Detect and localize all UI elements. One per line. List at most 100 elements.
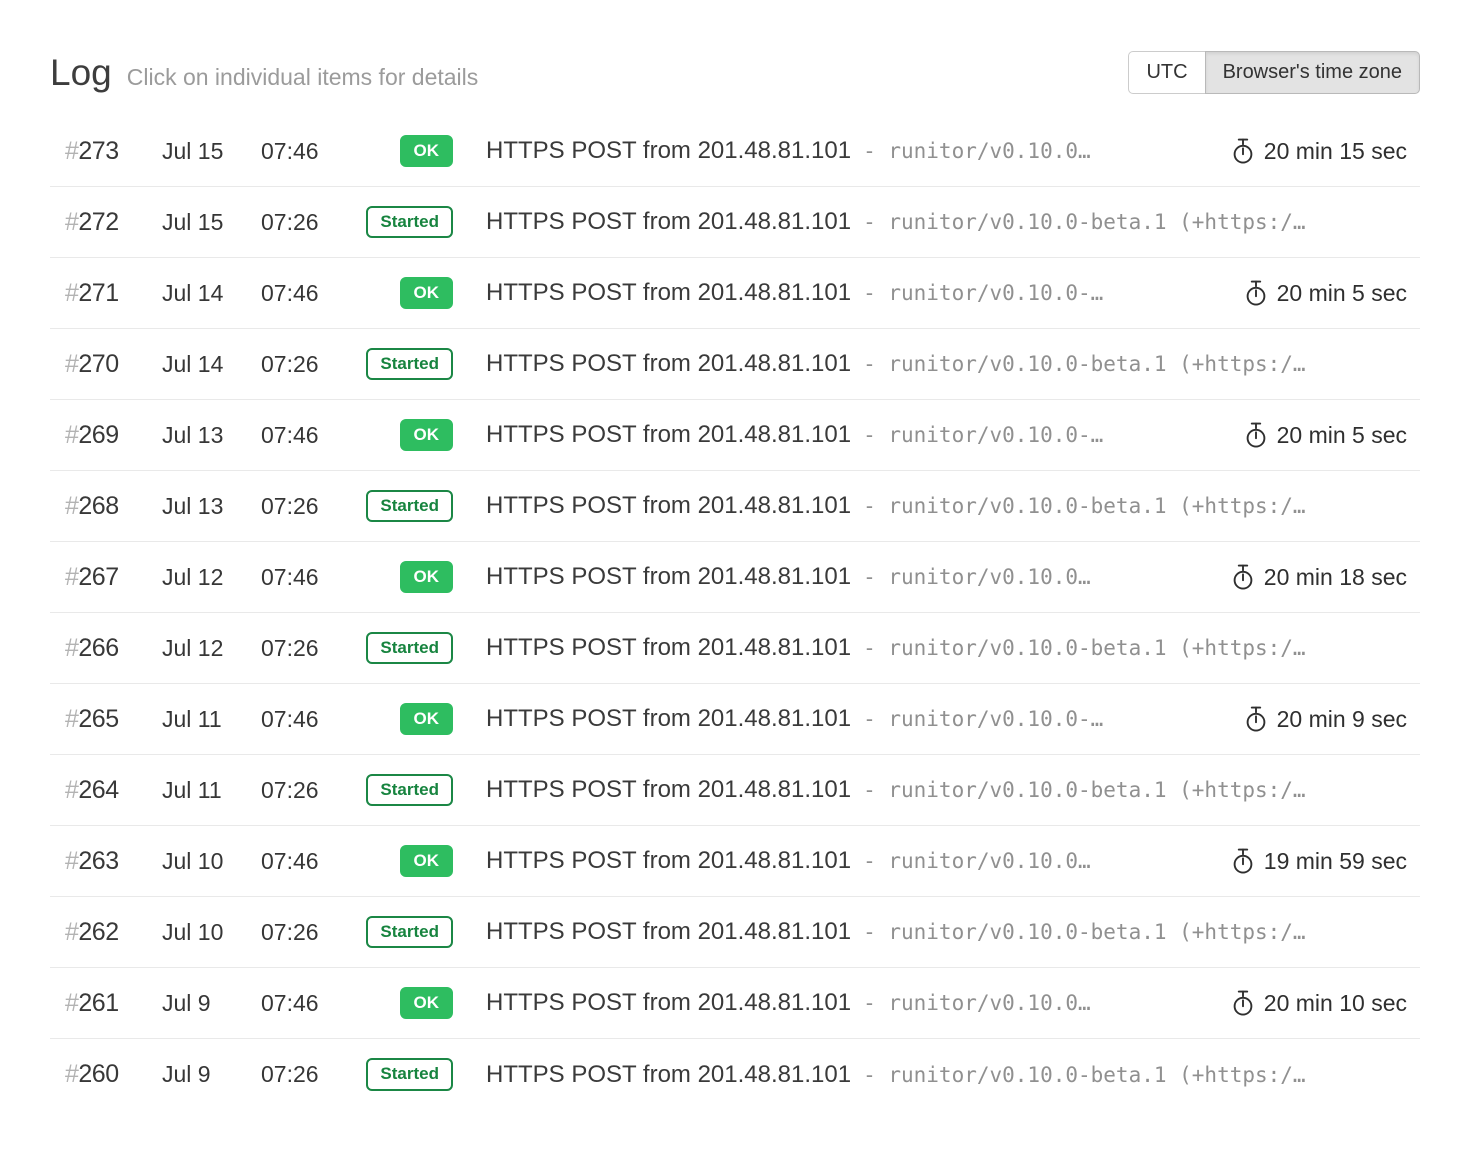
row-id-hash: # xyxy=(65,279,78,307)
status-badge: Started xyxy=(366,774,453,806)
row-date: Jul 11 xyxy=(162,706,261,733)
row-date: Jul 12 xyxy=(162,564,261,591)
row-status-cell: OK xyxy=(357,703,469,735)
row-agent-text: - runitor/v0.10.0-beta.1 (+https:/… xyxy=(863,636,1306,660)
stopwatch-icon xyxy=(1244,280,1268,307)
log-row[interactable]: #266 Jul 12 07:26 Started HTTPS POST fro… xyxy=(50,613,1420,684)
row-id-number: 272 xyxy=(78,208,118,236)
log-row[interactable]: #272 Jul 15 07:26 Started HTTPS POST fro… xyxy=(50,187,1420,258)
row-id: #271 xyxy=(50,279,162,308)
row-agent-text: - runitor/v0.10.0… xyxy=(863,565,1091,589)
row-id-number: 260 xyxy=(78,1060,118,1088)
row-description: HTTPS POST from 201.48.81.101 - runitor/… xyxy=(469,776,1420,804)
row-description: HTTPS POST from 201.48.81.101 - runitor/… xyxy=(469,563,1215,591)
row-id-number: 269 xyxy=(78,421,118,449)
row-event-text: HTTPS POST from 201.48.81.101 xyxy=(486,847,851,875)
row-duration: 20 min 18 sec xyxy=(1231,564,1420,591)
row-time: 07:46 xyxy=(261,564,357,591)
stopwatch-icon xyxy=(1244,706,1268,733)
row-id: #261 xyxy=(50,989,162,1018)
row-event-text: HTTPS POST from 201.48.81.101 xyxy=(486,421,851,449)
row-id-number: 271 xyxy=(78,279,118,307)
row-duration-text: 20 min 5 sec xyxy=(1277,422,1407,449)
row-id: #263 xyxy=(50,847,162,876)
row-id: #262 xyxy=(50,918,162,947)
status-badge: OK xyxy=(400,277,454,309)
row-duration: 19 min 59 sec xyxy=(1231,848,1420,875)
row-status-cell: OK xyxy=(357,561,469,593)
utc-button[interactable]: UTC xyxy=(1128,51,1205,94)
row-date: Jul 14 xyxy=(162,280,261,307)
row-description: HTTPS POST from 201.48.81.101 - runitor/… xyxy=(469,634,1420,662)
row-agent-text: - runitor/v0.10.0-beta.1 (+https:/… xyxy=(863,1063,1306,1087)
row-date: Jul 9 xyxy=(162,990,261,1017)
row-event-text: HTTPS POST from 201.48.81.101 xyxy=(486,776,851,804)
row-status-cell: OK xyxy=(357,419,469,451)
row-time: 07:26 xyxy=(261,635,357,662)
log-row[interactable]: #265 Jul 11 07:46 OK HTTPS POST from 201… xyxy=(50,684,1420,755)
status-badge: Started xyxy=(366,632,453,664)
row-id-number: 265 xyxy=(78,705,118,733)
log-row[interactable]: #260 Jul 9 07:26 Started HTTPS POST from… xyxy=(50,1039,1420,1110)
log-row[interactable]: #262 Jul 10 07:26 Started HTTPS POST fro… xyxy=(50,897,1420,968)
row-duration: 20 min 5 sec xyxy=(1244,280,1420,307)
page-title: Log xyxy=(50,54,112,91)
row-status-cell: Started xyxy=(357,916,469,948)
row-duration: 20 min 5 sec xyxy=(1244,422,1420,449)
row-event-text: HTTPS POST from 201.48.81.101 xyxy=(486,137,851,165)
row-date: Jul 9 xyxy=(162,1061,261,1088)
log-row[interactable]: #264 Jul 11 07:26 Started HTTPS POST fro… xyxy=(50,755,1420,826)
status-badge: OK xyxy=(400,561,454,593)
row-time: 07:26 xyxy=(261,1061,357,1088)
stopwatch-icon xyxy=(1231,564,1255,591)
timezone-toggle: UTC Browser's time zone xyxy=(1128,51,1420,94)
row-duration-text: 20 min 15 sec xyxy=(1264,138,1407,165)
row-duration-text: 20 min 9 sec xyxy=(1277,706,1407,733)
row-event-text: HTTPS POST from 201.48.81.101 xyxy=(486,492,851,520)
row-agent-text: - runitor/v0.10.0-beta.1 (+https:/… xyxy=(863,494,1306,518)
row-id: #269 xyxy=(50,421,162,450)
row-id-number: 266 xyxy=(78,634,118,662)
row-duration-text: 20 min 10 sec xyxy=(1264,990,1407,1017)
log-row[interactable]: #267 Jul 12 07:46 OK HTTPS POST from 201… xyxy=(50,542,1420,613)
row-description: HTTPS POST from 201.48.81.101 - runitor/… xyxy=(469,918,1420,946)
row-description: HTTPS POST from 201.48.81.101 - runitor/… xyxy=(469,137,1215,165)
row-id-hash: # xyxy=(65,918,78,946)
row-duration: 20 min 9 sec xyxy=(1244,706,1420,733)
log-row[interactable]: #273 Jul 15 07:46 OK HTTPS POST from 201… xyxy=(50,116,1420,187)
row-time: 07:26 xyxy=(261,351,357,378)
row-description: HTTPS POST from 201.48.81.101 - runitor/… xyxy=(469,1061,1420,1089)
row-status-cell: OK xyxy=(357,135,469,167)
row-status-cell: Started xyxy=(357,1058,469,1090)
row-time: 07:26 xyxy=(261,493,357,520)
row-id-number: 264 xyxy=(78,776,118,804)
row-id-hash: # xyxy=(65,137,78,165)
log-page: Log Click on individual items for detail… xyxy=(0,0,1470,1110)
log-row[interactable]: #270 Jul 14 07:26 Started HTTPS POST fro… xyxy=(50,329,1420,400)
log-row[interactable]: #263 Jul 10 07:46 OK HTTPS POST from 201… xyxy=(50,826,1420,897)
row-status-cell: OK xyxy=(357,845,469,877)
row-date: Jul 10 xyxy=(162,919,261,946)
row-date: Jul 13 xyxy=(162,422,261,449)
log-row[interactable]: #261 Jul 9 07:46 OK HTTPS POST from 201.… xyxy=(50,968,1420,1039)
row-id: #267 xyxy=(50,563,162,592)
browser-timezone-button[interactable]: Browser's time zone xyxy=(1205,51,1420,94)
row-id-hash: # xyxy=(65,421,78,449)
row-event-text: HTTPS POST from 201.48.81.101 xyxy=(486,634,851,662)
row-event-text: HTTPS POST from 201.48.81.101 xyxy=(486,705,851,733)
row-event-text: HTTPS POST from 201.48.81.101 xyxy=(486,989,851,1017)
log-row[interactable]: #268 Jul 13 07:26 Started HTTPS POST fro… xyxy=(50,471,1420,542)
row-status-cell: Started xyxy=(357,774,469,806)
row-id: #260 xyxy=(50,1060,162,1089)
log-row[interactable]: #269 Jul 13 07:46 OK HTTPS POST from 201… xyxy=(50,400,1420,471)
log-row[interactable]: #271 Jul 14 07:46 OK HTTPS POST from 201… xyxy=(50,258,1420,329)
row-description: HTTPS POST from 201.48.81.101 - runitor/… xyxy=(469,989,1215,1017)
row-event-text: HTTPS POST from 201.48.81.101 xyxy=(486,1061,851,1089)
row-id-hash: # xyxy=(65,776,78,804)
row-time: 07:46 xyxy=(261,422,357,449)
status-badge: OK xyxy=(400,987,454,1019)
row-time: 07:26 xyxy=(261,919,357,946)
row-status-cell: Started xyxy=(357,206,469,238)
row-time: 07:46 xyxy=(261,280,357,307)
row-agent-text: - runitor/v0.10.0… xyxy=(863,849,1091,873)
